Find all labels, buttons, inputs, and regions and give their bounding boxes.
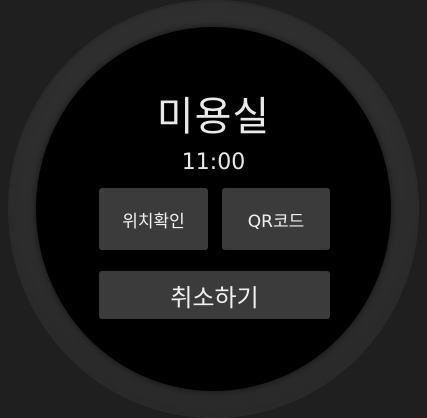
check-location-button[interactable]: 위치확인: [99, 188, 208, 250]
cancel-label: 취소하기: [170, 283, 259, 312]
cancel-button[interactable]: 취소하기: [99, 271, 330, 319]
qr-code-button[interactable]: QR코드: [222, 188, 330, 250]
check-location-label: 위치확인: [122, 211, 185, 232]
watch-frame: 미용실 11:00 위치확인 QR코드 취소하기: [0, 0, 427, 418]
appointment-time: 11:00: [181, 150, 246, 175]
page-title: 미용실: [156, 94, 271, 140]
qr-code-label: QR코드: [247, 211, 305, 232]
watch-screen: [36, 27, 391, 391]
